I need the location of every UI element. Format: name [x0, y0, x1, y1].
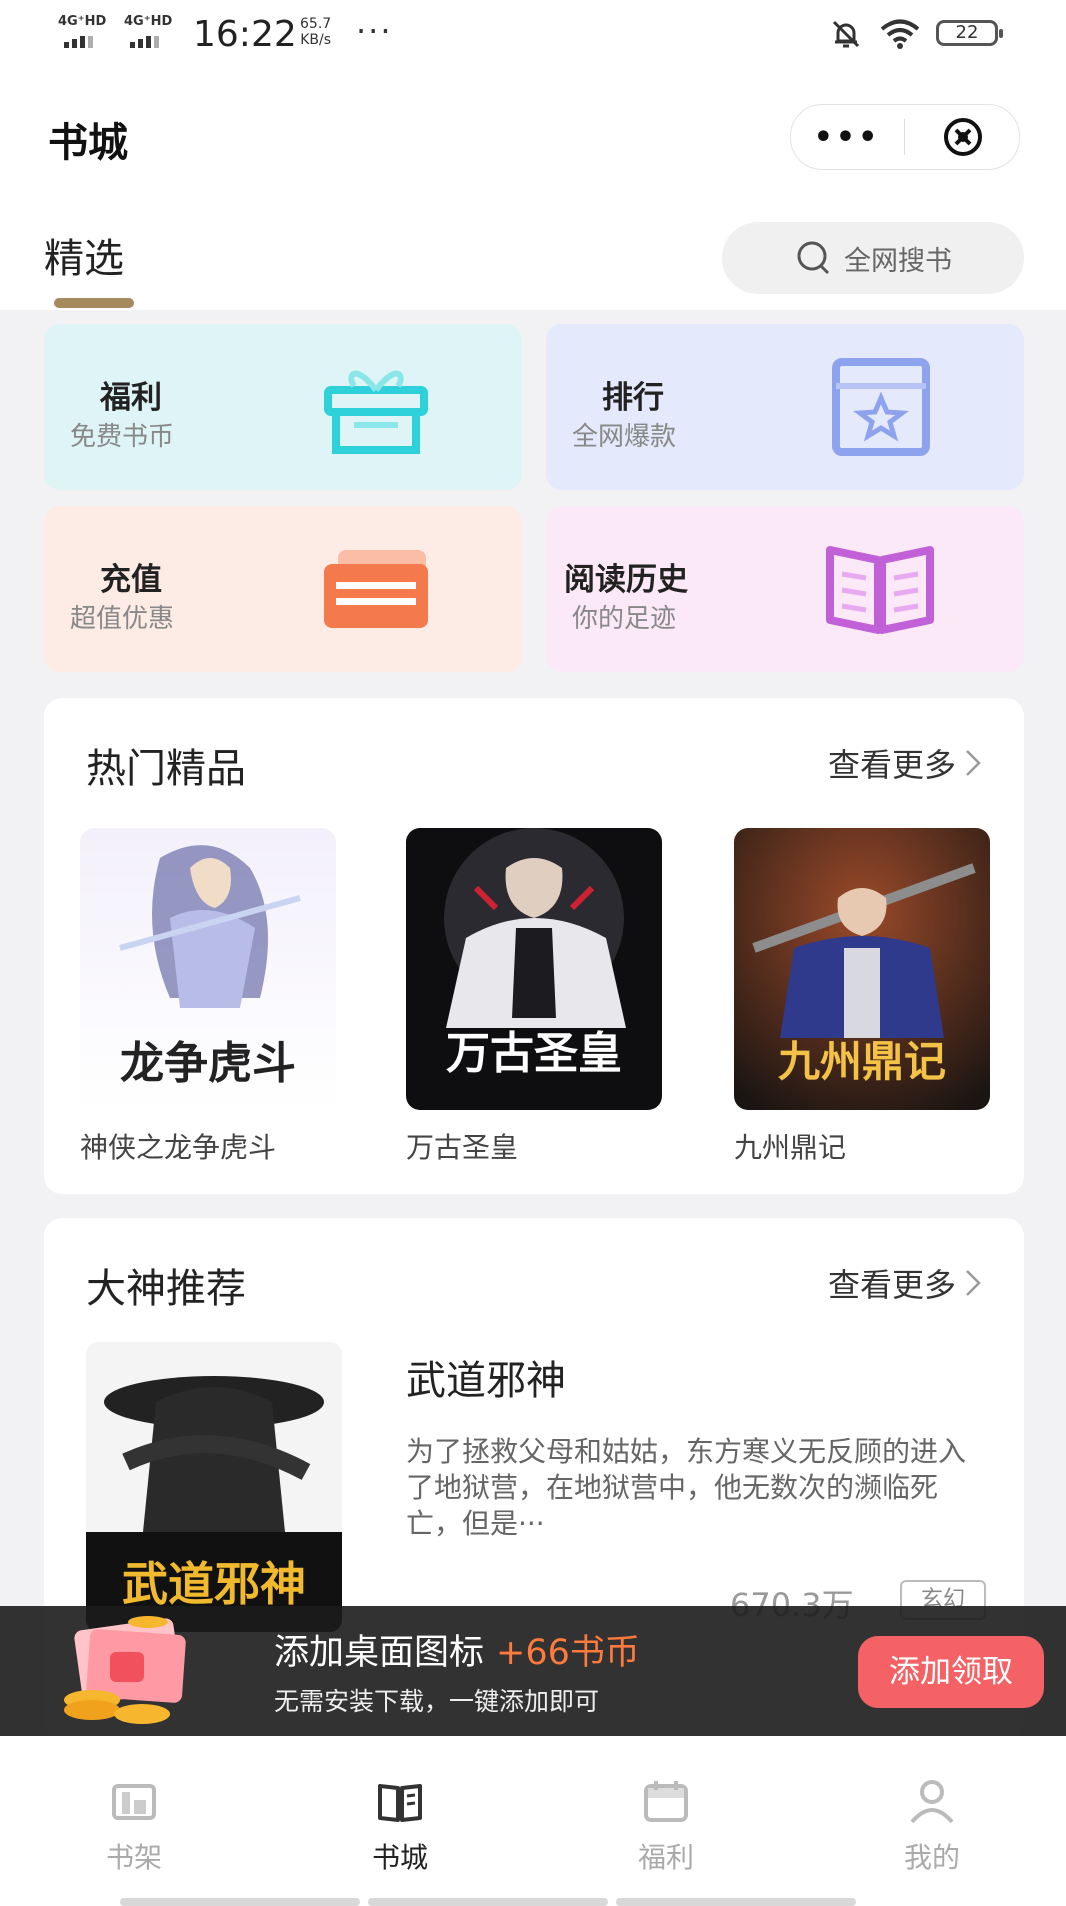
nav-item-profile[interactable]: 我的 — [832, 1736, 1032, 1886]
recommend-see-more-label: 查看更多 — [827, 1266, 956, 1304]
cover-text: 九州鼎记 — [778, 1037, 946, 1086]
gesture-bar-segment — [616, 1898, 856, 1906]
gesture-bar-segment — [120, 1898, 360, 1906]
recommend-see-more-link[interactable]: 查看更多 — [828, 1260, 982, 1306]
history-card[interactable]: 阅读历史 你的足迹 — [546, 506, 1024, 672]
signal-label-2: 4G⁺HD — [124, 14, 173, 29]
more-menu-button[interactable]: ••• — [791, 105, 903, 169]
header-area: 4G⁺HD 4G⁺HD 16:22 65.7 KB/s ··· 22 书城 ••… — [0, 0, 1066, 310]
ranking-icon — [832, 358, 930, 456]
chevron-right-icon — [966, 750, 981, 776]
ranking-card-title: 排行 — [602, 380, 664, 416]
battery-indicator: 22 — [936, 20, 1003, 46]
book-title: 万古圣皇 — [406, 1131, 519, 1164]
recommend-book-title[interactable]: 武道邪神 — [406, 1348, 566, 1406]
nav-label-bookshelf: 书架 — [105, 1841, 162, 1874]
miniapp-capsule: ••• — [790, 104, 1020, 170]
search-icon — [797, 241, 830, 275]
ranking-card-subtitle: 全网爆款 — [572, 422, 677, 452]
profile-icon — [910, 1780, 954, 1824]
tab-featured[interactable]: 精选 — [44, 226, 124, 284]
hot-section-title: 热门精品 — [86, 746, 246, 792]
bookstore-icon — [378, 1784, 422, 1822]
add-desktop-icon-banner: 添加桌面图标 +66书币 无需安装下载，一键添加即可 添加领取 — [0, 1606, 1066, 1736]
book-cover: 龙争虎斗 — [80, 828, 336, 1110]
bell-off-icon — [832, 20, 860, 48]
welfare-card[interactable]: 福利 免费书币 — [44, 324, 522, 490]
status-more-dots: ··· — [356, 12, 393, 50]
recommend-section-title: 大神推荐 — [86, 1266, 246, 1312]
nav-label-profile: 我的 — [903, 1841, 960, 1874]
book-open-icon — [826, 546, 934, 634]
banner-title: 添加桌面图标 +66书币 — [274, 1624, 640, 1675]
book-cover: 九州鼎记 — [734, 828, 990, 1110]
recharge-card-title: 充值 — [100, 562, 162, 598]
bookshelf-icon — [112, 1784, 156, 1820]
banner-subtitle: 无需安装下载，一键添加即可 — [274, 1687, 600, 1716]
clock: 16:22 — [193, 14, 297, 55]
gesture-bar-segment — [368, 1898, 608, 1906]
recommend-book-description: 为了拯救父母和姑姑，东方寒义无反顾的进入了地狱营，在地狱营中，他无数次的濒临死亡… — [406, 1435, 967, 1540]
cover-text: 龙争虎斗 — [120, 1038, 296, 1089]
close-button[interactable] — [913, 105, 1013, 169]
ranking-card[interactable]: 排行 全网爆款 — [546, 324, 1024, 490]
gift-icon — [324, 370, 428, 454]
page-title: 书城 — [48, 120, 128, 166]
hot-book-1[interactable]: 龙争虎斗 神侠之龙争虎斗 — [80, 828, 336, 1166]
capsule-divider — [904, 119, 905, 155]
bottom-nav: 书架 书城 福利 我的 — [0, 1736, 1066, 1906]
recharge-card[interactable]: 充值 超值优惠 — [44, 506, 522, 672]
signal-bars-2-icon — [130, 36, 159, 48]
tab-active-indicator — [54, 298, 134, 308]
nav-label-bookstore: 书城 — [371, 1841, 428, 1874]
book-cover: 万古圣皇 — [406, 828, 662, 1110]
add-claim-button[interactable]: 添加领取 — [858, 1636, 1044, 1708]
banner-title-text: 添加桌面图标 — [274, 1633, 485, 1673]
status-bar: 4G⁺HD 4G⁺HD 16:22 65.7 KB/s ··· 22 — [0, 0, 1066, 72]
recharge-card-subtitle: 超值优惠 — [70, 604, 175, 634]
nav-item-bookshelf[interactable]: 书架 — [34, 1736, 234, 1886]
network-speed-value: 65.7 — [300, 16, 332, 32]
banner-reward: +66书币 — [496, 1633, 640, 1673]
network-speed-unit: KB/s — [300, 32, 331, 48]
chevron-right-icon — [966, 1270, 981, 1296]
cover-text: 武道邪神 — [122, 1557, 306, 1611]
hot-see-more-link[interactable]: 查看更多 — [828, 740, 982, 786]
wifi-icon — [880, 19, 920, 49]
book-title: 九州鼎记 — [734, 1131, 847, 1164]
hot-book-2[interactable]: 万古圣皇 万古圣皇 — [406, 828, 662, 1166]
nav-item-welfare[interactable]: 福利 — [566, 1736, 766, 1886]
nav-item-bookstore[interactable]: 书城 — [300, 1736, 500, 1886]
history-card-title: 阅读历史 — [564, 562, 688, 598]
search-box[interactable]: 全网搜书 — [722, 222, 1024, 294]
history-card-subtitle: 你的足迹 — [572, 604, 677, 634]
calendar-icon — [644, 1781, 688, 1822]
signal-label-1: 4G⁺HD — [58, 14, 107, 29]
welfare-card-title: 福利 — [100, 380, 162, 416]
close-icon — [944, 118, 982, 156]
welfare-card-subtitle: 免费书币 — [70, 422, 175, 452]
card-icon — [324, 550, 428, 628]
recommend-book-cover[interactable]: 武道邪神 — [86, 1342, 342, 1632]
signal-bars-1-icon — [64, 36, 93, 48]
hot-see-more-label: 查看更多 — [827, 746, 956, 784]
book-title: 神侠之龙争虎斗 — [80, 1131, 277, 1164]
coin-gift-icon — [64, 1616, 186, 1724]
network-speed: 65.7 KB/s — [300, 16, 331, 48]
hot-section: 热门精品 查看更多 龙争虎斗 神侠之龙争虎斗 万古圣皇 万古圣皇 九州鼎记 九州… — [44, 698, 1024, 1194]
search-placeholder: 全网搜书 — [844, 245, 952, 277]
hot-book-3[interactable]: 九州鼎记 九州鼎记 — [734, 828, 990, 1166]
cover-text: 万古圣皇 — [446, 1028, 622, 1079]
nav-label-welfare: 福利 — [637, 1841, 694, 1874]
